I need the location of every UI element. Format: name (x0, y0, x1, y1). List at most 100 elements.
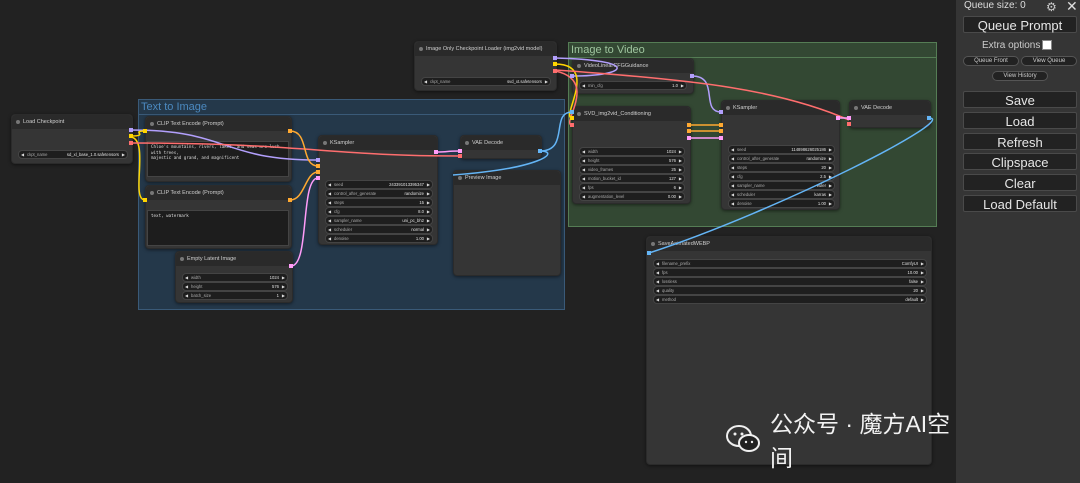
widget-height[interactable]: ◀ height 576 ▶ (579, 156, 685, 165)
node-clip-text-encode-negative[interactable]: CLIP Text Encode (Prompt) text, watermar… (145, 185, 292, 249)
node-ksampler-2[interactable]: KSampler ◀ seed 114898626025186 ▶ ◀ control_a… (721, 100, 840, 210)
widget-sampler-name[interactable]: ◀ sampler_name uni_pc_bh2 ▶ (325, 216, 433, 225)
arrow-left-icon[interactable]: ◀ (328, 190, 331, 197)
arrow-left-icon[interactable]: ◀ (656, 287, 659, 294)
node-load-checkpoint[interactable]: Load Checkpoint ◀ ckpt_name sd_xl_base_1.… (11, 114, 133, 164)
widget-ckpt-name[interactable]: ◀ ckpt_name sd_xl_base_1.0.safetensors ▶ (18, 150, 128, 159)
arrow-right-icon[interactable]: ▶ (679, 175, 682, 182)
arrow-left-icon[interactable]: ◀ (731, 164, 734, 171)
widget-ckpt-name[interactable]: ◀ ckpt_name svd_xt.safetensors ▶ (421, 77, 551, 86)
widget-fps[interactable]: ◀ fps 6 ▶ (579, 183, 685, 192)
widget-height[interactable]: ◀ height 576 ▶ (182, 282, 288, 291)
arrow-left-icon[interactable]: ◀ (582, 184, 585, 191)
node-video-linear-cfg-guidance[interactable]: VideoLinearCFGGuidance ◀ min_cfg 1.0 ▶ (572, 58, 694, 94)
arrow-left-icon[interactable]: ◀ (731, 191, 734, 198)
widget-augmentation-level[interactable]: ◀ augmentation_level 0.00 ▶ (579, 192, 685, 201)
node-empty-latent-image[interactable]: Empty Latent Image ◀ width 1024 ▶ ◀ height 576… (175, 251, 293, 303)
arrow-left-icon[interactable]: ◀ (656, 269, 659, 276)
save-button[interactable]: Save (963, 91, 1077, 108)
arrow-right-icon[interactable]: ▶ (829, 146, 832, 153)
arrow-left-icon[interactable]: ◀ (328, 226, 331, 233)
arrow-left-icon[interactable]: ◀ (582, 148, 585, 155)
clipspace-button[interactable]: Clipspace (963, 153, 1077, 170)
widget-steps[interactable]: ◀ steps 15 ▶ (325, 198, 433, 207)
queue-prompt-button[interactable]: Queue Prompt (963, 16, 1077, 33)
arrow-left-icon[interactable]: ◀ (328, 217, 331, 224)
arrow-right-icon[interactable]: ▶ (427, 181, 430, 188)
widget-denoise[interactable]: ◀ denoise 1.00 ▶ (325, 234, 433, 243)
arrow-right-icon[interactable]: ▶ (679, 148, 682, 155)
arrow-right-icon[interactable]: ▶ (282, 274, 285, 281)
arrow-left-icon[interactable]: ◀ (731, 182, 734, 189)
widget-fps[interactable]: ◀ fps 10.00 ▶ (653, 268, 927, 277)
widget-width[interactable]: ◀ width 1024 ▶ (182, 273, 288, 282)
queue-front-button[interactable]: Queue Front (963, 56, 1019, 66)
arrow-left-icon[interactable]: ◀ (328, 235, 331, 242)
arrow-left-icon[interactable]: ◀ (582, 166, 585, 173)
arrow-left-icon[interactable]: ◀ (731, 200, 734, 207)
arrow-right-icon[interactable]: ▶ (282, 292, 285, 299)
arrow-right-icon[interactable]: ▶ (679, 157, 682, 164)
widget-min-cfg[interactable]: ◀ min_cfg 1.0 ▶ (579, 81, 687, 90)
close-icon[interactable]: ✕ (1066, 0, 1078, 15)
node-image-only-checkpoint-loader[interactable]: Image Only Checkpoint Loader (img2vid mo… (414, 41, 557, 91)
arrow-right-icon[interactable]: ▶ (921, 269, 924, 276)
widget-denoise[interactable]: ◀ denoise 1.00 ▶ (728, 199, 835, 208)
load-button[interactable]: Load (963, 112, 1077, 129)
arrow-left-icon[interactable]: ◀ (731, 173, 734, 180)
load-default-button[interactable]: Load Default (963, 195, 1077, 212)
widget-cfg[interactable]: ◀ cfg 2.5 ▶ (728, 172, 835, 181)
arrow-right-icon[interactable]: ▶ (427, 226, 430, 233)
arrow-left-icon[interactable]: ◀ (656, 296, 659, 303)
gear-icon[interactable]: ⚙ (1046, 0, 1057, 14)
widget-quality[interactable]: ◀ quality 20 ▶ (653, 286, 927, 295)
widget-seed[interactable]: ◀ seed 243391013395347 ▶ (325, 180, 433, 189)
prompt-textarea[interactable]: Chloe's mountains, rivers, lakes, and se… (147, 141, 289, 177)
arrow-right-icon[interactable]: ▶ (427, 190, 430, 197)
widget-batch-size[interactable]: ◀ batch_size 1 ▶ (182, 291, 288, 300)
arrow-left-icon[interactable]: ◀ (582, 175, 585, 182)
arrow-right-icon[interactable]: ▶ (679, 193, 682, 200)
arrow-left-icon[interactable]: ◀ (731, 146, 734, 153)
node-preview-image[interactable]: Preview Image (453, 170, 561, 276)
arrow-right-icon[interactable]: ▶ (921, 296, 924, 303)
arrow-left-icon[interactable]: ◀ (328, 208, 331, 215)
widget-scheduler[interactable]: ◀ scheduler karras ▶ (728, 190, 835, 199)
arrow-right-icon[interactable]: ▶ (829, 173, 832, 180)
widget-lossless[interactable]: ◀ lossless false ▶ (653, 277, 927, 286)
arrow-left-icon[interactable]: ◀ (731, 155, 734, 162)
arrow-right-icon[interactable]: ▶ (679, 166, 682, 173)
node-clip-text-encode-positive[interactable]: CLIP Text Encode (Prompt) Chloe's mounta… (145, 116, 292, 182)
widget-cfg[interactable]: ◀ cfg 8.0 ▶ (325, 207, 433, 216)
refresh-button[interactable]: Refresh (963, 133, 1077, 150)
arrow-right-icon[interactable]: ▶ (829, 164, 832, 171)
arrow-left-icon[interactable]: ◀ (656, 278, 659, 285)
arrow-right-icon[interactable]: ▶ (679, 184, 682, 191)
arrow-left-icon[interactable]: ◀ (656, 260, 659, 267)
arrow-left-icon[interactable]: ◀ (328, 199, 331, 206)
view-queue-button[interactable]: View Queue (1021, 56, 1077, 66)
widget-steps[interactable]: ◀ steps 20 ▶ (728, 163, 835, 172)
widget-method[interactable]: ◀ method default ▶ (653, 295, 927, 304)
arrow-left-icon[interactable]: ◀ (185, 292, 188, 299)
arrow-right-icon[interactable]: ▶ (829, 200, 832, 207)
arrow-right-icon[interactable]: ▶ (829, 182, 832, 189)
node-vae-decode-2[interactable]: VAE Decode (849, 100, 931, 128)
widget-width[interactable]: ◀ width 1024 ▶ (579, 147, 685, 156)
arrow-right-icon[interactable]: ▶ (427, 199, 430, 206)
arrow-right-icon[interactable]: ▶ (921, 287, 924, 294)
widget-seed[interactable]: ◀ seed 114898626025186 ▶ (728, 145, 835, 154)
widget-scheduler[interactable]: ◀ scheduler normal ▶ (325, 225, 433, 234)
arrow-left-icon[interactable]: ◀ (582, 157, 585, 164)
node-canvas[interactable]: Text to Image Image to Video Load Checkp… (0, 0, 956, 483)
node-vae-decode-1[interactable]: VAE Decode (460, 135, 542, 159)
arrow-left-icon[interactable]: ◀ (328, 181, 331, 188)
extra-options-checkbox[interactable] (1042, 40, 1053, 51)
widget-control-after-generate[interactable]: ◀ control_after_generate randomize ▶ (728, 154, 835, 163)
view-history-button[interactable]: View History (992, 71, 1048, 81)
arrow-right-icon[interactable]: ▶ (427, 208, 430, 215)
arrow-left-icon[interactable]: ◀ (582, 193, 585, 200)
arrow-right-icon[interactable]: ▶ (282, 283, 285, 290)
node-svd-img2vid-conditioning[interactable]: SVD_img2vid_Conditioning ◀ width 1024 ▶ ◀ hei… (572, 106, 691, 204)
arrow-right-icon[interactable]: ▶ (921, 278, 924, 285)
